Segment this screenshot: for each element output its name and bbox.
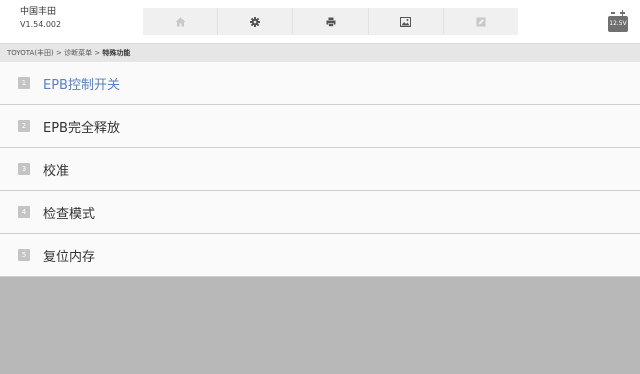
brand-info: 中国丰田 V1.54.002	[20, 7, 61, 30]
settings-button[interactable]	[218, 8, 294, 35]
edit-button[interactable]	[443, 8, 519, 35]
home-icon	[175, 17, 186, 26]
item-number-badge: 4	[18, 206, 30, 218]
item-number-badge: 3	[18, 163, 30, 175]
gear-icon	[250, 16, 261, 27]
software-version: V1.54.002	[20, 20, 62, 29]
toolbar	[143, 8, 519, 35]
menu-item-check-mode[interactable]: 4 检查模式	[0, 191, 640, 234]
item-number-badge: 5	[18, 249, 30, 261]
item-number-badge: 1	[18, 77, 30, 89]
menu-item-calibration[interactable]: 3 校准	[0, 148, 640, 191]
printer-icon	[326, 17, 335, 27]
home-button[interactable]	[143, 8, 219, 35]
breadcrumb: TOYOTA(丰田) > 诊断菜单 > 特殊功能	[0, 44, 640, 62]
menu-item-epb-full-release[interactable]: 2 EPB完全释放	[0, 105, 640, 148]
menu-item-label: 校准	[43, 163, 70, 179]
menu-item-label: 检查模式	[43, 206, 96, 222]
menu-item-reset-memory[interactable]: 5 复位内存	[0, 234, 640, 277]
menu-item-label: EPB控制开关	[43, 77, 120, 93]
print-button[interactable]	[293, 8, 369, 35]
menu-item-label: EPB完全释放	[43, 120, 120, 136]
menu-item-label: 复位内存	[43, 249, 96, 265]
breadcrumb-path: TOYOTA(丰田) > 诊断菜单 >	[7, 49, 103, 57]
breadcrumb-current: 特殊功能	[102, 49, 131, 57]
edit-icon	[476, 17, 486, 26]
brand-name: 中国丰田	[20, 7, 57, 17]
top-bar: 中国丰田 V1.54.002 12.5V	[0, 0, 640, 44]
image-icon	[400, 16, 412, 27]
screenshot-button[interactable]	[368, 8, 444, 35]
item-number-badge: 2	[18, 120, 30, 132]
battery-indicator: 12.5V	[607, 8, 629, 34]
function-menu: 1 EPB控制开关 2 EPB完全释放 3 校准 4 检查模式 5 复位内存	[0, 62, 640, 277]
battery-voltage: 12.5V	[609, 20, 627, 27]
menu-item-epb-control-switch[interactable]: 1 EPB控制开关	[0, 62, 640, 105]
battery-minus-icon	[611, 12, 615, 14]
